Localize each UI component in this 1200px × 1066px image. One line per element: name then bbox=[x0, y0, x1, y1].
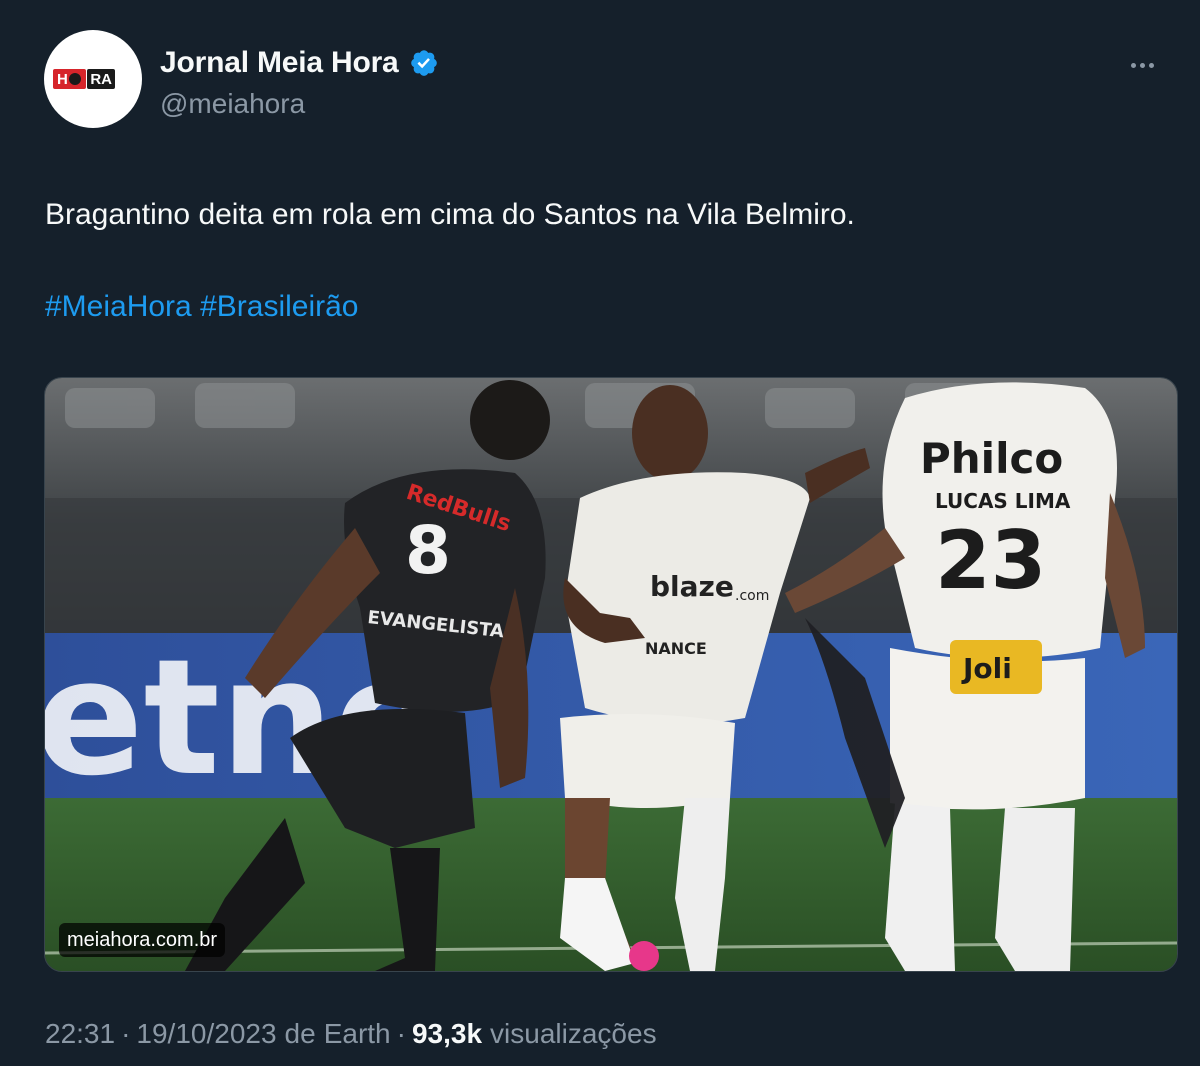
tweet-source[interactable]: Earth bbox=[324, 1018, 391, 1050]
jersey-name-right: LUCAS LIMA bbox=[935, 489, 1071, 513]
media-source-label[interactable]: meiahora.com.br bbox=[59, 923, 226, 957]
views-count[interactable]: 93,3k bbox=[412, 1018, 482, 1050]
more-dot-icon bbox=[1139, 62, 1145, 68]
logo-letters-ra: RA bbox=[87, 69, 116, 89]
logo-letter-h: H bbox=[57, 70, 69, 88]
tweet-date[interactable]: 19/10/2023 bbox=[136, 1018, 276, 1050]
more-dot-icon bbox=[1148, 62, 1154, 68]
author-name-row: Jornal Meia Hora bbox=[160, 46, 439, 80]
meta-separator: · bbox=[396, 1018, 406, 1049]
tweet-media-photo[interactable]: etno 8 RedBulls EVANGELISTA blaze .com N… bbox=[44, 377, 1178, 972]
views-label: visualizações bbox=[490, 1018, 657, 1049]
meia-hora-logo-icon: H RA bbox=[53, 67, 133, 91]
jersey-sponsor-right: Philco bbox=[920, 434, 1063, 483]
verified-badge-icon bbox=[410, 50, 437, 76]
jersey-sponsor-center-sub: .com bbox=[735, 588, 769, 604]
author-avatar[interactable]: H RA bbox=[44, 30, 142, 128]
meta-separator: · bbox=[121, 1018, 131, 1049]
jersey-bottom-center: NANCE bbox=[645, 639, 707, 658]
jersey-badge-right: Joli bbox=[961, 652, 1012, 685]
hashtag-link[interactable]: #Brasileirão bbox=[200, 290, 358, 323]
source-prefix: de bbox=[284, 1018, 316, 1049]
tweet-text: Bragantino deita em rola em cima do Sant… bbox=[45, 198, 855, 231]
tweet-meta: 22:31 · 19/10/2023 de Earth · 93,3k visu… bbox=[45, 1018, 657, 1050]
tweet-card: H RA Jornal Meia Hora @meiahora Braganti… bbox=[0, 0, 1200, 1066]
tweet-time[interactable]: 22:31 bbox=[45, 1018, 115, 1050]
more-dot-icon bbox=[1130, 62, 1136, 68]
author-handle[interactable]: @meiahora bbox=[160, 88, 305, 120]
jersey-number-right: 23 bbox=[935, 514, 1046, 607]
tweet-hashtags: #MeiaHora #Brasileirão bbox=[45, 288, 359, 326]
football-match-photo: etno 8 RedBulls EVANGELISTA blaze .com N… bbox=[45, 378, 1177, 971]
hashtag-link[interactable]: #MeiaHora bbox=[45, 290, 192, 323]
jersey-number-left: 8 bbox=[405, 512, 451, 589]
more-options-button[interactable] bbox=[1122, 50, 1162, 80]
author-display-name[interactable]: Jornal Meia Hora bbox=[160, 46, 399, 80]
jersey-sponsor-center: blaze bbox=[650, 570, 734, 603]
logo-o-mark bbox=[69, 73, 82, 85]
